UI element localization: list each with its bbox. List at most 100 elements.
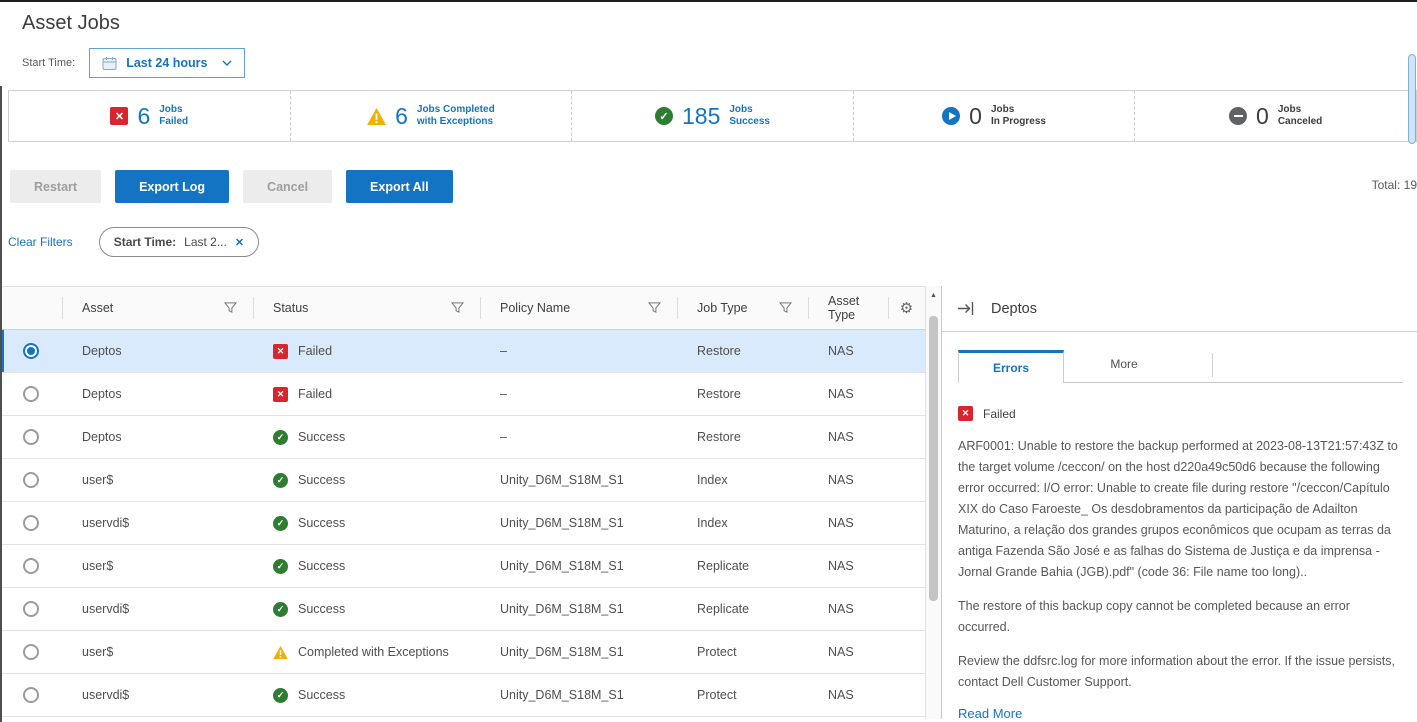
table-row[interactable]: Deptos ✕Failed – Restore NAS — [0, 330, 925, 373]
clear-filters-link[interactable]: Clear Filters — [8, 235, 73, 249]
table-row[interactable]: Deptos ✓Success – Restore NAS — [0, 416, 925, 459]
export-log-button[interactable]: Export Log — [115, 170, 229, 203]
scroll-up-icon[interactable]: ▲ — [926, 286, 941, 299]
row-radio[interactable] — [23, 515, 39, 531]
row-radio[interactable] — [23, 472, 39, 488]
cell-asset: user$ — [62, 559, 253, 573]
summary-exceptions[interactable]: 6 Jobs Completedwith Exceptions — [291, 91, 573, 141]
row-radio[interactable] — [23, 601, 39, 617]
filter-icon[interactable] — [779, 302, 792, 314]
table-row[interactable]: user$ ✓Success Unity_D6M_S18M_S1 Replica… — [0, 545, 925, 588]
success-icon: ✓ — [273, 516, 288, 531]
error-paragraph: ARF0001: Unable to restore the backup pe… — [958, 436, 1403, 583]
cell-asset: user$ — [62, 473, 253, 487]
detail-panel: Deptos Errors More ✕ Failed ARF0001: Una… — [941, 286, 1417, 719]
collapse-panel-icon[interactable] — [958, 302, 975, 315]
success-icon: ✓ — [273, 473, 288, 488]
filter-icon[interactable] — [648, 302, 661, 314]
export-all-button[interactable]: Export All — [346, 170, 453, 203]
row-radio[interactable] — [23, 429, 39, 445]
total-count: Total: 19 — [1372, 178, 1417, 192]
success-icon: ✓ — [273, 602, 288, 617]
in-progress-count: 0 — [969, 103, 982, 130]
col-asset: Asset — [82, 301, 113, 315]
detail-tabs: Errors More — [958, 346, 1403, 383]
cell-policy: Unity_D6M_S18M_S1 — [480, 645, 677, 659]
success-icon: ✓ — [655, 107, 673, 125]
cell-policy: Unity_D6M_S18M_S1 — [480, 516, 677, 530]
error-message: ARF0001: Unable to restore the backup pe… — [958, 436, 1403, 693]
tab-errors[interactable]: Errors — [958, 350, 1064, 383]
table-row[interactable]: uservdi$ ✓ Success Unity_D6M_S18M_S1 Inde… — [0, 502, 925, 545]
table-scrollbar-thumb[interactable] — [929, 316, 938, 601]
read-more-link[interactable]: Read More — [958, 706, 1403, 719]
restart-button[interactable]: Restart — [10, 170, 101, 203]
error-paragraph: Review the ddfsrc.log for more informati… — [958, 651, 1403, 693]
start-time-filter-row: Start Time: Last 24 hours — [22, 48, 1417, 78]
error-paragraph: The restore of this backup copy cannot b… — [958, 596, 1403, 638]
cell-asset-type: NAS — [808, 473, 888, 487]
table-row[interactable]: user$ Completed with Exceptions Unity_D6… — [0, 631, 925, 674]
jobs-summary-bar: ✕ 6 JobsFailed 6 Jobs Completedwith Exce… — [8, 90, 1417, 142]
detail-status: Failed — [983, 407, 1016, 421]
actions-toolbar: Restart Export Log Cancel Export All Tot… — [10, 170, 1417, 203]
time-range-dropdown[interactable]: Last 24 hours — [89, 48, 245, 78]
chip-close-icon[interactable]: ✕ — [235, 236, 244, 249]
table-row[interactable]: uservdi$ ✓Success Unity_D6M_S18M_S1 Repl… — [0, 588, 925, 631]
cell-asset-type: NAS — [808, 559, 888, 573]
success-icon: ✓ — [273, 430, 288, 445]
filter-icon[interactable] — [224, 302, 237, 314]
cell-job-type: Index — [677, 516, 808, 530]
detail-title: Deptos — [991, 301, 1037, 317]
table-row[interactable]: user$ ✓Success Unity_D6M_S18M_S1 Index N… — [0, 459, 925, 502]
failed-count: 6 — [137, 103, 150, 130]
col-asset-type: Asset Type — [828, 294, 888, 322]
cell-policy: Unity_D6M_S18M_S1 — [480, 602, 677, 616]
gear-icon[interactable]: ⚙ — [900, 299, 913, 317]
col-status: Status — [273, 301, 308, 315]
tab-more[interactable]: More — [1064, 349, 1184, 382]
row-radio[interactable] — [23, 343, 39, 359]
cell-status: Failed — [298, 344, 332, 358]
cell-policy: – — [480, 430, 677, 444]
success-icon: ✓ — [273, 688, 288, 703]
cell-job-type: Restore — [677, 430, 808, 444]
summary-canceled[interactable]: 0 JobsCanceled — [1135, 91, 1416, 141]
cell-job-type: Restore — [677, 387, 808, 401]
summary-success[interactable]: ✓ 185 JobsSuccess — [572, 91, 854, 141]
cell-asset: Deptos — [62, 387, 253, 401]
col-policy-name: Policy Name — [500, 301, 570, 315]
filter-icon[interactable] — [451, 302, 464, 314]
filter-chips-row: Clear Filters Start Time: Last 2... ✕ — [8, 227, 1417, 257]
cell-job-type: Replicate — [677, 559, 808, 573]
cell-job-type: Restore — [677, 344, 808, 358]
warning-icon — [367, 108, 386, 125]
page-scrollbar-thumb[interactable] — [1408, 54, 1416, 144]
cell-asset: uservdi$ — [62, 688, 253, 702]
table-row[interactable]: uservdi$ ✓Success Unity_D6M_S18M_S1 Prot… — [0, 674, 925, 717]
table-scrollbar[interactable]: ▲ — [925, 286, 941, 719]
row-radio[interactable] — [23, 644, 39, 660]
start-time-chip[interactable]: Start Time: Last 2... ✕ — [99, 227, 259, 257]
success-icon: ✓ — [273, 559, 288, 574]
cell-job-type: Replicate — [677, 602, 808, 616]
row-radio[interactable] — [23, 558, 39, 574]
success-count: 185 — [682, 103, 720, 130]
cell-asset-type: NAS — [808, 602, 888, 616]
cell-status: Success — [298, 516, 345, 530]
cell-asset: uservdi$ — [62, 516, 253, 530]
summary-in-progress[interactable]: 0 JobsIn Progress — [854, 91, 1136, 141]
time-range-value: Last 24 hours — [126, 56, 207, 70]
cancel-button[interactable]: Cancel — [243, 170, 332, 203]
summary-failed[interactable]: ✕ 6 JobsFailed — [9, 91, 291, 141]
cell-status: Success — [298, 473, 345, 487]
table-row[interactable]: Deptos ✕Failed – Restore NAS — [0, 373, 925, 416]
chevron-down-icon — [222, 60, 232, 67]
cell-asset-type: NAS — [808, 387, 888, 401]
cell-status: Completed with Exceptions — [298, 645, 449, 659]
row-radio[interactable] — [23, 386, 39, 402]
tab-divider — [1212, 353, 1213, 377]
warning-icon — [273, 646, 288, 659]
cell-asset-type: NAS — [808, 516, 888, 530]
row-radio[interactable] — [23, 687, 39, 703]
